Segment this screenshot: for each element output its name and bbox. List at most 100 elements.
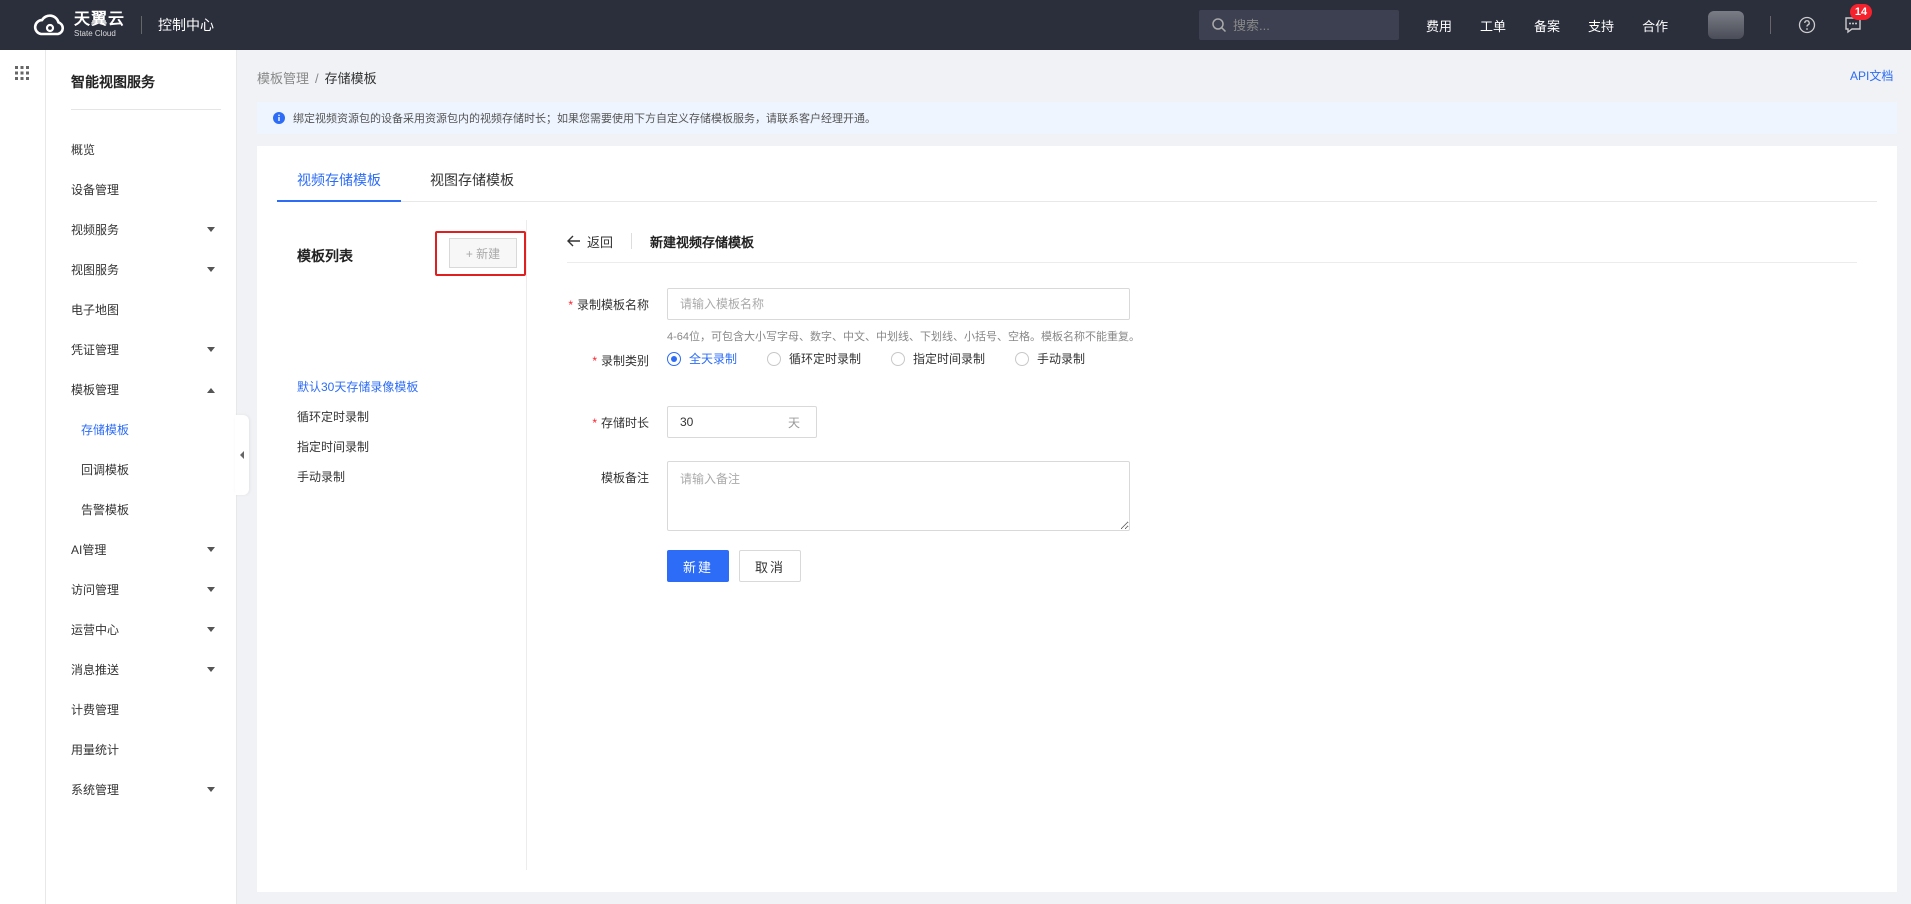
template-list-item[interactable]: 手动录制 [297, 462, 418, 492]
sidebar-item-label: 存储模板 [81, 423, 130, 437]
info-icon [273, 112, 285, 124]
radio-circle [1015, 351, 1030, 366]
record-type-radio[interactable]: 手动录制 [1015, 350, 1085, 367]
sidebar-item[interactable]: 告警模板 [46, 490, 237, 530]
sidebar-item[interactable]: 视频服务 [46, 210, 237, 250]
sidebar-item-label: 运营中心 [71, 623, 120, 637]
sidebar-item-label: 视频服务 [71, 223, 120, 237]
sidebar-item[interactable]: AI管理 [46, 530, 237, 570]
breadcrumb: 模板管理 / 存储模板 [257, 68, 377, 87]
sidebar-item-label: 视图服务 [71, 263, 120, 277]
sidebar-item[interactable]: 计费管理 [46, 690, 237, 730]
record-type-radio[interactable]: 指定时间录制 [891, 350, 985, 367]
new-template-button[interactable]: + 新建 [449, 238, 517, 268]
template-list-item[interactable]: 循环定时录制 [297, 402, 418, 432]
search-icon [1212, 18, 1227, 33]
sidebar-item[interactable]: 设备管理 [46, 170, 237, 210]
list-title: 模板列表 [297, 248, 353, 264]
type-label-text: 录制类别 [600, 354, 649, 368]
top-nav: 费用 工单 备案 支持 合作 [1426, 0, 1696, 50]
sidebar-item-label: 消息推送 [71, 663, 120, 677]
cloud-logo-icon [33, 14, 65, 36]
logo-text-en: State Cloud [74, 29, 116, 38]
template-list-item[interactable]: 默认30天存储录像模板 [297, 372, 418, 402]
sidebar-item[interactable]: 存储模板 [46, 410, 237, 450]
required-mark: * [592, 354, 597, 368]
name-label-text: 录制模板名称 [576, 298, 649, 312]
sidebar-title: 智能视图服务 [71, 74, 155, 90]
notice-text: 绑定视频资源包的设备采用资源包内的视频存储时长；如果您需要使用下方自定义存储模板… [293, 113, 876, 125]
sidebar-collapse-handle[interactable] [235, 415, 249, 495]
radio-label: 指定时间录制 [913, 352, 986, 366]
tab-image-storage[interactable]: 视图存储模板 [417, 170, 527, 202]
sidebar-item[interactable]: 用量统计 [46, 730, 237, 770]
apps-grid-icon[interactable] [15, 66, 29, 80]
duration-input[interactable] [668, 415, 778, 429]
search-input[interactable] [1233, 17, 1393, 33]
back-button[interactable]: 返回 [567, 232, 613, 251]
radio-circle [667, 351, 681, 366]
caret-down-icon [207, 667, 215, 672]
caret-down-icon [207, 547, 215, 552]
caret-down-icon [207, 627, 215, 632]
submit-button[interactable]: 新建 [667, 550, 729, 582]
caret-down-icon [207, 587, 215, 592]
tab-video-storage[interactable]: 视频存储模板 [277, 170, 401, 202]
api-doc-link[interactable]: API文档 [1850, 67, 1893, 84]
required-mark: * [592, 416, 597, 430]
duration-unit: 天 [788, 415, 801, 430]
sidebar-item[interactable]: 系统管理 [46, 770, 237, 810]
message-count-badge: 14 [1850, 4, 1872, 20]
sidebar-item[interactable]: 概览 [46, 130, 237, 170]
avatar[interactable] [1708, 11, 1744, 39]
sidebar-item[interactable]: 凭证管理 [46, 330, 237, 370]
sidebar-item-label: 系统管理 [71, 783, 120, 797]
sidebar-item[interactable]: 回调模板 [46, 450, 237, 490]
radio-label: 全天录制 [689, 352, 738, 366]
chevron-left-icon [240, 451, 244, 459]
sidebar-item[interactable]: 电子地图 [46, 290, 237, 330]
type-label: * 录制类别 [567, 352, 649, 369]
nav-partner[interactable]: 合作 [1642, 16, 1668, 35]
sidebar-item-label: 用量统计 [71, 743, 120, 757]
breadcrumb-parent[interactable]: 模板管理 [257, 71, 309, 86]
sidebar-item-label: 回调模板 [81, 463, 130, 477]
product-rail [0, 50, 46, 904]
header-divider [141, 16, 143, 34]
sidebar-item[interactable]: 消息推送 [46, 650, 237, 690]
info-notice: 绑定视频资源包的设备采用资源包内的视频存储时长；如果您需要使用下方自定义存储模板… [257, 102, 1897, 134]
duration-field: 天 [667, 406, 817, 438]
sidebar-menu: 概览 设备管理视频服务视图服务电子地图凭证管理模板管理存储模板回调模板告警模板 AI… [46, 130, 237, 810]
sidebar-item[interactable]: 模板管理 [46, 370, 237, 410]
help-icon[interactable] [1798, 16, 1816, 34]
record-type-radio[interactable]: 全天录制 [667, 350, 737, 367]
caret-down-icon [207, 787, 215, 792]
top-search[interactable] [1199, 10, 1399, 40]
template-name-input[interactable] [667, 288, 1130, 320]
nav-billing[interactable]: 费用 [1426, 16, 1452, 35]
logo[interactable]: 天翼云 State Cloud [32, 12, 125, 38]
remark-textarea[interactable] [667, 461, 1130, 531]
cancel-button[interactable]: 取消 [739, 550, 801, 582]
back-label: 返回 [587, 234, 614, 250]
record-type-radio[interactable]: 循环定时录制 [767, 350, 861, 367]
top-bar: 天翼云 State Cloud 控制中心 费用 工单 备案 支持 合作 14 [0, 0, 1911, 50]
header-separator [1770, 16, 1771, 34]
template-list-item[interactable]: 指定时间录制 [297, 432, 418, 462]
sidebar-item[interactable]: 访问管理 [46, 570, 237, 610]
console-title[interactable]: 控制中心 [158, 15, 214, 35]
nav-ticket[interactable]: 工单 [1480, 16, 1506, 35]
sidebar-item[interactable]: 运营中心 [46, 610, 237, 650]
sidebar-divider [71, 109, 221, 110]
nav-filing[interactable]: 备案 [1534, 16, 1560, 35]
sidebar-item[interactable]: 视图服务 [46, 250, 237, 290]
caret-up-icon [207, 388, 215, 393]
nav-support[interactable]: 支持 [1588, 16, 1614, 35]
sidebar-item-label: 模板管理 [71, 383, 120, 397]
duration-label-text: 存储时长 [600, 416, 649, 430]
sidebar-item-label: 告警模板 [81, 503, 130, 517]
caret-down-icon [207, 267, 215, 272]
template-list-panel: 模板列表 默认30天存储录像模板 循环定时录制 指定时间录制 手动录制 [257, 220, 527, 870]
sidebar-item-label: 凭证管理 [71, 343, 120, 357]
name-label: * 录制模板名称 [567, 296, 649, 313]
